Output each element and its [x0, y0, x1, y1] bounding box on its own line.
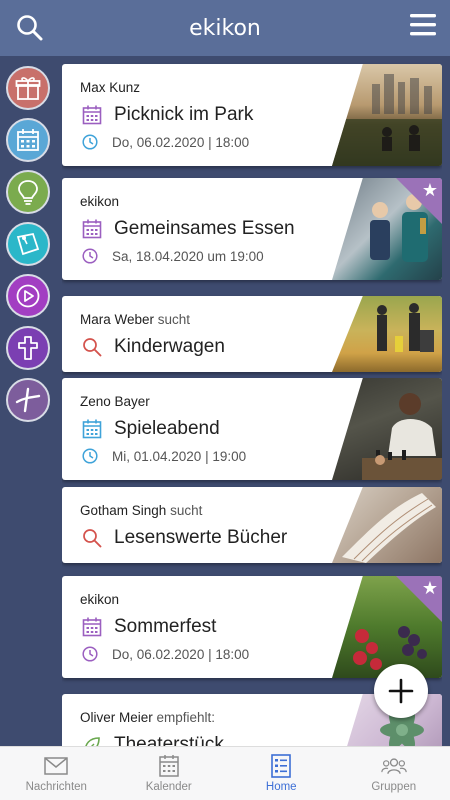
nav-calendar-label: Kalender	[145, 781, 192, 793]
add-post-button[interactable]	[374, 664, 428, 718]
nav-messages-label: Nachrichten	[25, 781, 87, 793]
calendar-category-button[interactable]	[6, 118, 50, 162]
card-author: Mara Weber sucht	[80, 312, 191, 327]
card-title: Lesenswerte Bücher	[82, 527, 287, 549]
gift-category-button[interactable]	[6, 66, 50, 110]
card-title: Theaterstück	[82, 734, 224, 746]
card-image-picnic	[332, 64, 442, 166]
calendar-icon	[17, 129, 39, 151]
feed-card[interactable]: Mara Weber sucht Kinderwagen	[62, 296, 442, 372]
card-title: Picknick im Park	[82, 104, 253, 126]
card-datetime: Do, 06.02.2020 | 18:00	[82, 134, 249, 150]
card-image-books	[332, 487, 442, 563]
search-icon	[83, 338, 102, 357]
app-header: ekikon	[0, 0, 450, 56]
notes-category-button[interactable]	[6, 222, 50, 266]
calendar-icon	[82, 105, 102, 125]
nav-home[interactable]: Home	[225, 747, 338, 800]
church-category-button[interactable]	[6, 326, 50, 370]
calendar-icon	[82, 617, 102, 637]
list-icon	[271, 754, 292, 778]
nav-groups[interactable]: Gruppen	[338, 747, 450, 800]
nav-calendar[interactable]: Kalender	[113, 747, 226, 800]
activity-feed[interactable]: Max Kunz Picknick im Park Do, 06.02.2020…	[62, 56, 442, 746]
sticky-note-icon	[16, 232, 40, 256]
hamburger-menu-icon[interactable]	[410, 13, 436, 37]
card-image-family-walk	[332, 296, 442, 372]
group-icon	[381, 758, 407, 774]
nav-messages[interactable]: Nachrichten	[0, 747, 113, 800]
card-author: ekikon	[80, 592, 120, 607]
card-author: Zeno Bayer	[80, 394, 150, 409]
cross-icon	[18, 336, 38, 360]
plus-swoosh-icon	[15, 387, 41, 413]
search-icon[interactable]	[16, 14, 44, 42]
nav-home-label: Home	[265, 781, 297, 793]
misc-category-button[interactable]	[6, 378, 50, 422]
media-category-button[interactable]	[6, 274, 50, 318]
calendar-icon	[82, 419, 102, 439]
feed-card[interactable]: ★ ekikon Gemeinsames Essen Sa, 18.04.202…	[62, 178, 442, 280]
card-datetime: Do, 06.02.2020 | 18:00	[82, 646, 249, 662]
feed-card[interactable]: Max Kunz Picknick im Park Do, 06.02.2020…	[62, 64, 442, 166]
leaf-icon	[85, 737, 100, 746]
idea-category-button[interactable]	[6, 170, 50, 214]
card-image-game-night	[332, 378, 442, 480]
bottom-navigation: Nachrichten Kalender Home Gruppen	[0, 746, 450, 800]
clock-icon	[82, 134, 98, 150]
play-icon	[16, 284, 40, 308]
card-title: Spieleabend	[82, 418, 220, 440]
gift-icon	[15, 77, 41, 100]
category-sidebar	[0, 56, 58, 746]
card-datetime: Sa, 18.04.2020 um 19:00	[82, 248, 264, 264]
app-title: ekikon	[189, 15, 261, 41]
feed-card[interactable]: Zeno Bayer Spieleabend Mi, 01.04.2020 | …	[62, 378, 442, 480]
calendar-icon	[159, 755, 179, 777]
envelope-icon	[44, 757, 68, 775]
star-icon: ★	[421, 180, 438, 200]
card-author: ekikon	[80, 194, 120, 209]
clock-icon	[82, 646, 98, 662]
feed-card[interactable]: ★ ekikon Sommerfest Do, 06.02.2020 | 18:…	[62, 576, 442, 678]
search-icon	[83, 529, 102, 548]
feed-card[interactable]: Gotham Singh sucht Lesenswerte Bücher	[62, 487, 442, 563]
card-datetime: Mi, 01.04.2020 | 19:00	[82, 448, 246, 464]
calendar-icon	[82, 219, 102, 239]
clock-icon	[82, 248, 98, 264]
card-title: Sommerfest	[82, 616, 216, 638]
star-icon: ★	[421, 578, 438, 598]
clock-icon	[82, 448, 98, 464]
card-author: Oliver Meier empfiehlt:	[80, 710, 216, 725]
plus-icon	[388, 678, 414, 704]
card-title: Kinderwagen	[82, 336, 225, 358]
card-title: Gemeinsames Essen	[82, 218, 295, 240]
card-author: Gotham Singh sucht	[80, 503, 203, 518]
card-author: Max Kunz	[80, 80, 141, 95]
lightbulb-icon	[18, 180, 38, 205]
nav-groups-label: Gruppen	[371, 781, 417, 793]
